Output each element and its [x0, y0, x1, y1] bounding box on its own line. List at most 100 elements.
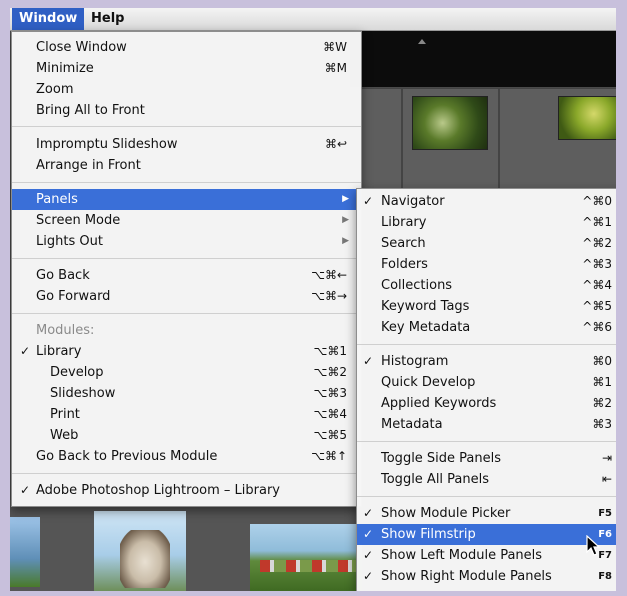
menu-item-shortcut: ⌥⌘↑: [311, 449, 347, 463]
panel-item-folders[interactable]: Folders ^⌘3: [357, 254, 616, 275]
horse-photo: [120, 530, 170, 588]
panel-item-toggle-side-panels[interactable]: Toggle Side Panels ⇥: [357, 448, 616, 469]
menu-item-arrange-in-front[interactable]: Arrange in Front: [12, 155, 361, 176]
menu-item-label: Keyword Tags: [381, 299, 470, 314]
menu-item-label: Zoom: [36, 82, 74, 97]
submenu-arrow-icon: ▶: [342, 194, 349, 204]
menu-item-label: Library: [381, 215, 427, 230]
panel-item-applied-keywords[interactable]: Applied Keywords ⌘2: [357, 393, 616, 414]
menu-item-web-module[interactable]: Web ⌥⌘5: [12, 425, 361, 446]
menu-item-impromptu-slideshow[interactable]: Impromptu Slideshow ⌘↩: [12, 134, 361, 155]
filmstrip-thumbnail[interactable]: [250, 524, 362, 591]
menu-item-shortcut: ⇥: [601, 451, 612, 465]
panel-item-show-left-module-panels[interactable]: ✓ Show Left Module Panels F7: [357, 545, 616, 566]
menu-section-label: Modules:: [36, 323, 95, 338]
panel-item-metadata[interactable]: Metadata ⌘3: [357, 414, 616, 435]
menu-item-label: Develop: [50, 365, 104, 380]
menu-item-label: Go Forward: [36, 289, 111, 304]
menu-item-go-back-to-previous-module[interactable]: Go Back to Previous Module ⌥⌘↑: [12, 446, 361, 467]
menu-separator: [357, 441, 616, 442]
menu-item-shortcut: ⌘1: [592, 375, 612, 389]
menu-item-slideshow-module[interactable]: Slideshow ⌥⌘3: [12, 383, 361, 404]
menu-separator: [357, 496, 616, 497]
menu-item-close-window[interactable]: Close Window ⌘W: [12, 37, 361, 58]
menu-item-label: Folders: [381, 257, 428, 272]
menu-item-print-module[interactable]: Print ⌥⌘4: [12, 404, 361, 425]
panel-item-collections[interactable]: Collections ^⌘4: [357, 275, 616, 296]
menu-item-go-back[interactable]: Go Back ⌥⌘←: [12, 265, 361, 286]
barn-photo-detail: [260, 560, 356, 572]
menu-item-shortcut: ⌘0: [592, 354, 612, 368]
menu-item-label: Close Window: [36, 40, 127, 55]
menu-item-label: Lights Out: [36, 234, 103, 249]
menu-item-shortcut: ⌥⌘←: [311, 268, 347, 282]
collapse-triangle-icon[interactable]: [418, 39, 426, 44]
panel-item-show-filmstrip[interactable]: ✓ Show Filmstrip F6: [357, 524, 616, 545]
menu-item-go-forward[interactable]: Go Forward ⌥⌘→: [12, 286, 361, 307]
menu-separator: [12, 473, 361, 474]
checkmark-icon: ✓: [363, 506, 374, 520]
menu-item-shortcut: ⌘M: [324, 61, 347, 75]
photo-thumbnail[interactable]: [558, 96, 616, 140]
menu-item-label: Slideshow: [50, 386, 116, 401]
menu-item-shortcut: ^⌘2: [582, 236, 612, 250]
checkmark-icon: ✓: [363, 569, 374, 583]
menu-item-panels[interactable]: Panels ▶: [12, 189, 361, 210]
panel-item-show-right-module-panels[interactable]: ✓ Show Right Module Panels F8: [357, 566, 616, 587]
menu-item-shortcut: ^⌘3: [582, 257, 612, 271]
panel-item-show-module-picker[interactable]: ✓ Show Module Picker F5: [357, 503, 616, 524]
menu-item-shortcut: ⌥⌘3: [313, 386, 347, 400]
menu-item-label: Key Metadata: [381, 320, 471, 335]
menu-item-screen-mode[interactable]: Screen Mode ▶: [12, 210, 361, 231]
menu-item-zoom[interactable]: Zoom: [12, 79, 361, 100]
panel-item-quick-develop[interactable]: Quick Develop ⌘1: [357, 372, 616, 393]
menu-separator: [12, 313, 361, 314]
menu-item-label: Show Left Module Panels: [381, 548, 543, 563]
submenu-arrow-icon: ▶: [342, 215, 349, 225]
menu-item-shortcut: ^⌘0: [582, 194, 612, 208]
menu-item-label: Panels: [36, 192, 78, 207]
lightroom-screen: Window Help Close Window ⌘W Minimize ⌘M …: [10, 8, 616, 591]
menu-item-shortcut: ⌥⌘5: [313, 428, 347, 442]
panel-item-histogram[interactable]: ✓ Histogram ⌘0: [357, 351, 616, 372]
menu-item-lights-out[interactable]: Lights Out ▶: [12, 231, 361, 252]
menu-item-shortcut: ⌥⌘4: [313, 407, 347, 421]
checkmark-icon: ✓: [363, 194, 374, 208]
menu-separator: [12, 258, 361, 259]
menu-item-shortcut: ⌥⌘1: [313, 344, 347, 358]
menu-window[interactable]: Window: [12, 8, 85, 30]
menu-item-bring-all-to-front[interactable]: Bring All to Front: [12, 100, 361, 121]
menu-item-lightroom-window[interactable]: ✓ Adobe Photoshop Lightroom – Library: [12, 480, 361, 501]
panel-item-keyword-tags[interactable]: Keyword Tags ^⌘5: [357, 296, 616, 317]
photo-thumbnail[interactable]: [412, 96, 488, 150]
menu-item-develop-module[interactable]: Develop ⌥⌘2: [12, 362, 361, 383]
menu-item-library-module[interactable]: ✓ Library ⌥⌘1: [12, 341, 361, 362]
panel-item-library[interactable]: Library ^⌘1: [357, 212, 616, 233]
menu-separator: [357, 344, 616, 345]
panel-item-toggle-all-panels[interactable]: Toggle All Panels ⇤: [357, 469, 616, 490]
menu-item-label: Toggle Side Panels: [381, 451, 502, 466]
menu-item-label: Show Right Module Panels: [381, 569, 552, 584]
panel-item-key-metadata[interactable]: Key Metadata ^⌘6: [357, 317, 616, 338]
checkmark-icon: ✓: [20, 483, 31, 497]
menu-item-label: Bring All to Front: [36, 103, 145, 118]
panel-item-navigator[interactable]: ✓ Navigator ^⌘0: [357, 191, 616, 212]
menu-help[interactable]: Help: [84, 8, 131, 30]
menu-item-shortcut: ⌥⌘2: [313, 365, 347, 379]
mouse-cursor-icon: [586, 535, 601, 556]
menu-item-shortcut: F8: [598, 571, 612, 582]
menu-separator: [12, 126, 361, 127]
menu-item-shortcut: ^⌘1: [582, 215, 612, 229]
menu-item-shortcut: ⌘W: [323, 40, 347, 54]
menu-item-label: Web: [50, 428, 79, 443]
menu-item-label: Print: [50, 407, 80, 422]
menu-item-label: Go Back: [36, 268, 90, 283]
menu-item-shortcut: ^⌘4: [582, 278, 612, 292]
menu-item-label: Show Module Picker: [381, 506, 511, 521]
menu-item-label: Go Back to Previous Module: [36, 449, 218, 464]
panel-item-search[interactable]: Search ^⌘2: [357, 233, 616, 254]
filmstrip-thumbnail[interactable]: [10, 517, 40, 587]
submenu-arrow-icon: ▶: [342, 236, 349, 246]
menu-item-minimize[interactable]: Minimize ⌘M: [12, 58, 361, 79]
menu-item-label: Quick Develop: [381, 375, 476, 390]
